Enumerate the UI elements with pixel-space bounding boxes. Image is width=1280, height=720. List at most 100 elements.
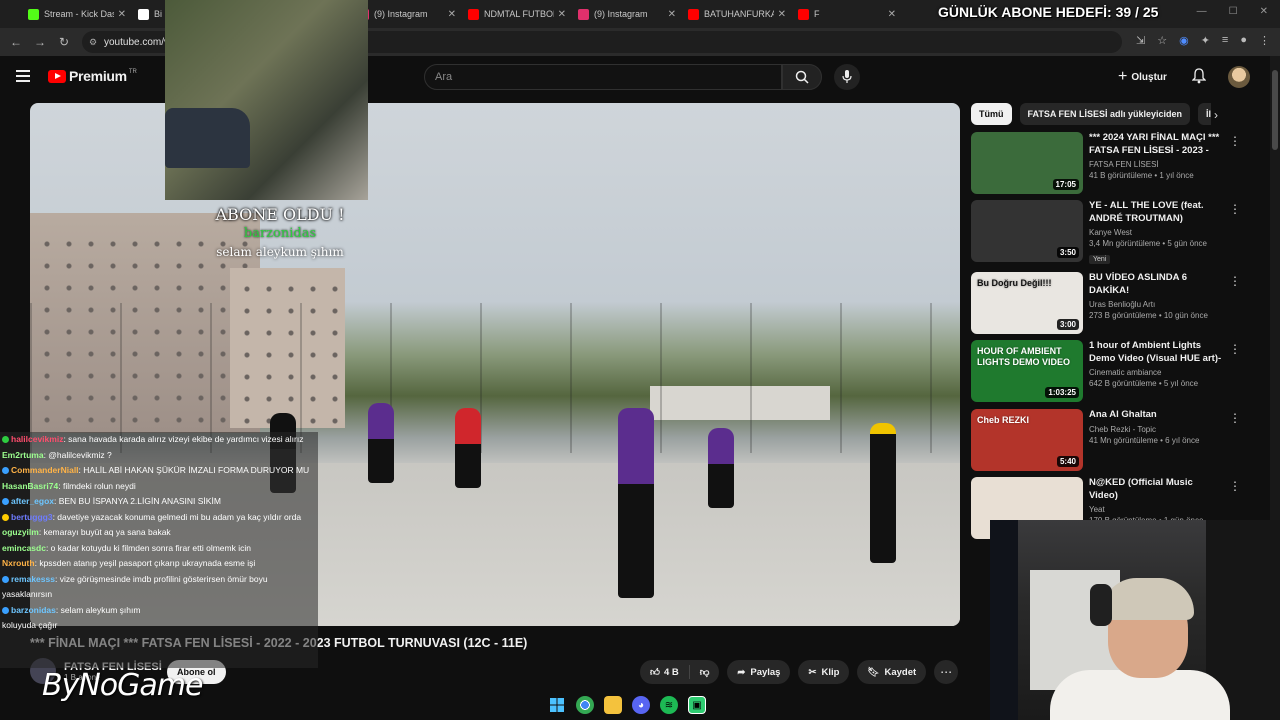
browser-tab[interactable]: (9) Instagram ✕ (352, 0, 462, 28)
site-info-icon[interactable]: ⚙ (89, 37, 97, 48)
clip-button[interactable]: ✂ Klip (798, 660, 850, 684)
profile-avatar-icon[interactable]: ● (1240, 34, 1247, 47)
spotify-icon[interactable]: ≋ (660, 696, 678, 714)
video-thumbnail[interactable]: 17:05 (971, 132, 1083, 194)
bookmark-star-icon[interactable]: ☆ (1157, 34, 1167, 47)
scissors-icon: ✂ (808, 666, 817, 678)
chat-text: : selam aleykum şıhım (55, 604, 141, 615)
share-button[interactable]: ➦ Paylaş (727, 660, 791, 684)
chat-message: bertuggg3: davetiye yazacak konuma gelme… (2, 510, 316, 526)
reload-icon[interactable]: ↻ (52, 35, 76, 49)
youtube-logo[interactable]: Premium TR (48, 68, 137, 84)
window-controls: — ☐ ✕ (1197, 6, 1268, 17)
video-thumbnail[interactable]: Cheb REZKI 5:40 (971, 409, 1083, 471)
filter-chip[interactable]: Tümü (971, 103, 1012, 125)
chip-scroll-next-icon[interactable]: › (1214, 108, 1218, 122)
filter-chip[interactable]: İlgili (1198, 103, 1211, 125)
more-options-icon[interactable]: ⋮ (1229, 479, 1241, 493)
maximize-icon[interactable]: ☐ (1229, 6, 1238, 17)
alert-user: barzonidas (243, 226, 317, 241)
share-label: Paylaş (750, 666, 781, 678)
discord-icon[interactable]: ◕ (632, 696, 650, 714)
notifications-bell-icon[interactable] (1191, 68, 1207, 89)
recommended-video[interactable]: Bu Doğru Değil!!! 3:00 BU VİDEO ASLINDA 6 … (971, 272, 1251, 334)
video-thumbnail[interactable]: 3:50 (971, 200, 1083, 262)
more-options-icon[interactable]: ⋮ (1229, 411, 1241, 425)
recommended-channel[interactable]: Kanye West (1089, 228, 1223, 237)
streaming-app-icon[interactable]: ▣ (688, 696, 706, 714)
media-control-icon[interactable]: ≡ (1222, 34, 1228, 47)
browser-tab[interactable]: NDMTAL FUTBOL ✕ (462, 0, 572, 28)
browser-tab[interactable]: F ✕ (792, 0, 902, 28)
browser-tab-label: (9) Instagram (374, 9, 428, 19)
recommended-meta: 41 B görüntüleme • 1 yıl önce (1089, 171, 1194, 180)
youtube-icon (688, 8, 699, 20)
recommended-channel[interactable]: Uras Benlioğlu Artı (1089, 300, 1223, 309)
dislike-button[interactable]: 👎︎ (690, 660, 720, 684)
chat-text: : davetiye yazacak konuma gelmedi mi bu … (52, 511, 302, 522)
recommended-channel[interactable]: FATSA FEN LİSESİ (1089, 160, 1223, 169)
chat-text: : HALİL ABİ HAKAN ŞÜKÜR İMZALI FORMA DUR… (78, 465, 310, 475)
tab-close-icon[interactable]: ✕ (778, 9, 786, 20)
browser-tab[interactable]: Stream - Kick Das ✕ (22, 0, 132, 28)
browser-tab[interactable]: BATUHANFURKAN ✕ (682, 0, 792, 28)
video-duration: 17:05 (1052, 179, 1079, 190)
install-icon[interactable]: ⇲ (1136, 34, 1145, 47)
chat-text: : filmdeki rolun neydi (58, 480, 136, 491)
recommended-title[interactable]: Ana Al Ghaltan (1089, 409, 1223, 422)
close-window-icon[interactable]: ✕ (1260, 6, 1268, 17)
more-options-icon[interactable]: ⋮ (1229, 274, 1241, 288)
chrome-icon[interactable] (576, 696, 594, 714)
filter-chip[interactable]: FATSA FEN LİSESİ adlı yükleyiciden (1019, 103, 1191, 125)
recommended-title[interactable]: 1 hour of Ambient Lights Demo Video (Vis… (1089, 340, 1223, 365)
hamburger-menu-icon[interactable] (16, 70, 30, 82)
tab-close-icon[interactable]: ✕ (558, 9, 566, 20)
video-thumbnail[interactable]: Bu Doğru Değil!!! 3:00 (971, 272, 1083, 334)
chat-message: barzonidas: selam aleykum şıhım (2, 603, 316, 619)
recommended-video[interactable]: 3:50 YE - ALL THE LOVE (feat. ANDRÉ TROUT… (971, 200, 1251, 264)
tab-close-icon[interactable]: ✕ (668, 9, 676, 20)
recommended-channel[interactable]: Cheb Rezki - Topic (1089, 425, 1223, 434)
search-button[interactable] (782, 64, 822, 90)
save-button[interactable]: 🔖︎ Kaydet (857, 660, 927, 684)
recommended-title[interactable]: *** 2024 YARI FİNAL MAÇI *** FATSA FEN L… (1089, 132, 1223, 157)
recommended-video[interactable]: Cheb REZKI 5:40 Ana Al Ghaltan Cheb Rezki -… (971, 409, 1251, 471)
recommended-title[interactable]: YE - ALL THE LOVE (feat. ANDRÉ TROUTMAN) (1089, 200, 1223, 225)
recommended-channel[interactable]: Cinematic ambiance (1089, 368, 1223, 377)
tab-close-icon[interactable]: ✕ (448, 9, 456, 20)
file-explorer-icon[interactable] (604, 696, 622, 714)
create-label: Oluştur (1131, 71, 1167, 83)
user-avatar[interactable] (1228, 66, 1250, 88)
like-button[interactable]: 👍︎ 4 B (640, 660, 689, 684)
browser-tab[interactable]: (9) Instagram ✕ (572, 0, 682, 28)
recommended-channel[interactable]: Yeat (1089, 505, 1223, 514)
search-input[interactable]: Ara (424, 64, 782, 90)
voice-search-button[interactable] (834, 64, 860, 90)
browser-menu-icon[interactable]: ⋮ (1259, 34, 1270, 47)
create-button[interactable]: + Oluştur (1118, 66, 1167, 88)
back-icon[interactable]: ← (4, 35, 28, 49)
browser-tab-label: (9) Instagram (594, 9, 648, 19)
more-actions-button[interactable]: ⋯ (934, 660, 959, 684)
recommended-video[interactable]: HOUR OF AMBIENT LIGHTS DEMO VIDEO 1:03:25… (971, 340, 1251, 402)
extension-icon[interactable]: ◉ (1179, 34, 1189, 47)
more-dots-icon: ⋯ (940, 665, 953, 679)
page-scrollbar[interactable] (1270, 56, 1280, 520)
chat-message: HasanBasri74: filmdeki rolun neydi (2, 479, 316, 495)
minimize-icon[interactable]: — (1197, 6, 1207, 17)
tab-close-icon[interactable]: ✕ (118, 9, 126, 20)
forward-icon[interactable]: → (28, 35, 52, 49)
recommended-video[interactable]: 17:05 *** 2024 YARI FİNAL MAÇI *** FATSA … (971, 132, 1251, 194)
video-thumbnail[interactable]: HOUR OF AMBIENT LIGHTS DEMO VIDEO 1:03:25 (971, 340, 1083, 402)
recommended-title[interactable]: N@KED (Official Music Video) (1089, 477, 1223, 502)
scrollbar-thumb[interactable] (1272, 70, 1278, 150)
stream-chat-overlay: halilcevikmiz: sana havada karada alırız… (0, 432, 318, 668)
more-options-icon[interactable]: ⋮ (1229, 342, 1241, 356)
more-options-icon[interactable]: ⋮ (1229, 134, 1241, 148)
extensions-puzzle-icon[interactable]: ✦ (1201, 34, 1210, 47)
windows-start-icon[interactable] (548, 696, 566, 714)
tab-close-icon[interactable]: ✕ (888, 9, 896, 20)
chat-username: remakesss (11, 573, 55, 584)
recommended-title[interactable]: BU VİDEO ASLINDA 6 DAKİKA! (1089, 272, 1223, 297)
more-options-icon[interactable]: ⋮ (1229, 202, 1241, 216)
